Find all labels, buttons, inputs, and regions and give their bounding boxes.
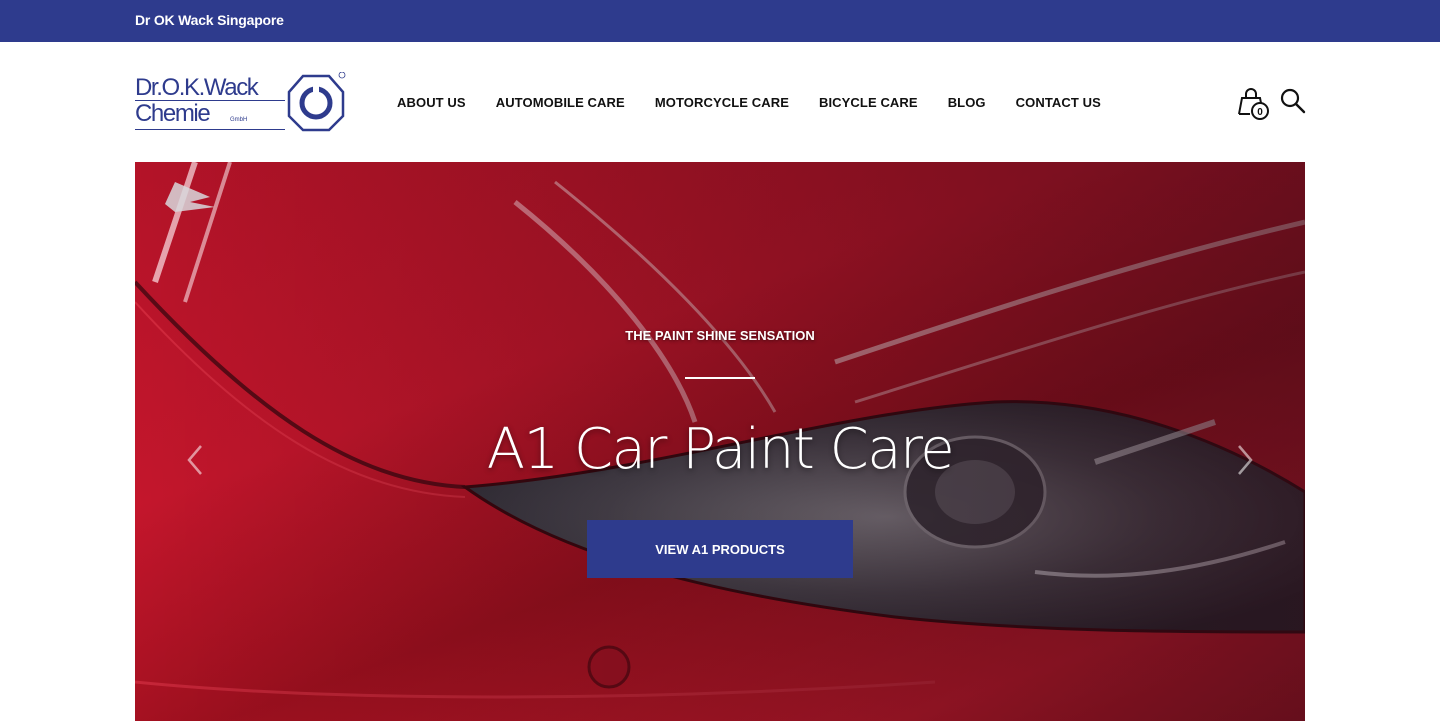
- chevron-right-icon[interactable]: [1233, 442, 1257, 478]
- hero-eyebrow: THE PAINT SHINE SENSATION: [625, 328, 815, 343]
- hero-divider: [685, 377, 755, 379]
- hero-slider: THE PAINT SHINE SENSATION A1 Car Paint C…: [135, 162, 1305, 721]
- nav-motorcycle-care[interactable]: MOTORCYCLE CARE: [655, 95, 789, 110]
- logo-line1: Dr.O.K.Wack: [135, 74, 259, 101]
- site-name: Dr OK Wack Singapore: [135, 12, 284, 28]
- cart-button[interactable]: 0: [1236, 86, 1272, 120]
- nav-automobile-care[interactable]: AUTOMOBILE CARE: [496, 95, 625, 110]
- logo[interactable]: Dr.O.K.Wack Chemie GmbH: [135, 72, 350, 134]
- hero-headline: A1 Car Paint Care: [486, 417, 955, 482]
- nav-contact-us[interactable]: CONTACT US: [1016, 95, 1101, 110]
- nav-blog[interactable]: BLOG: [948, 95, 986, 110]
- header: Dr.O.K.Wack Chemie GmbH ABOUT US AUTOMOB…: [0, 42, 1440, 162]
- view-products-button[interactable]: VIEW A1 PRODUCTS: [587, 520, 853, 578]
- shopping-bag-icon: 0: [1238, 88, 1269, 120]
- nav-about-us[interactable]: ABOUT US: [397, 95, 466, 110]
- cart-count: 0: [1257, 107, 1263, 118]
- search-button[interactable]: [1280, 88, 1306, 114]
- nav-bicycle-care[interactable]: BICYCLE CARE: [819, 95, 918, 110]
- main-nav: ABOUT US AUTOMOBILE CARE MOTORCYCLE CARE…: [397, 95, 1131, 110]
- logo-rule-bottom: [135, 129, 285, 130]
- chevron-left-icon[interactable]: [183, 442, 207, 478]
- search-icon: [1280, 88, 1306, 114]
- logo-line2: Chemie: [135, 100, 211, 127]
- logo-mark-icon: [287, 72, 346, 132]
- top-bar: Dr OK Wack Singapore: [0, 0, 1440, 42]
- logo-suffix: GmbH: [230, 117, 248, 123]
